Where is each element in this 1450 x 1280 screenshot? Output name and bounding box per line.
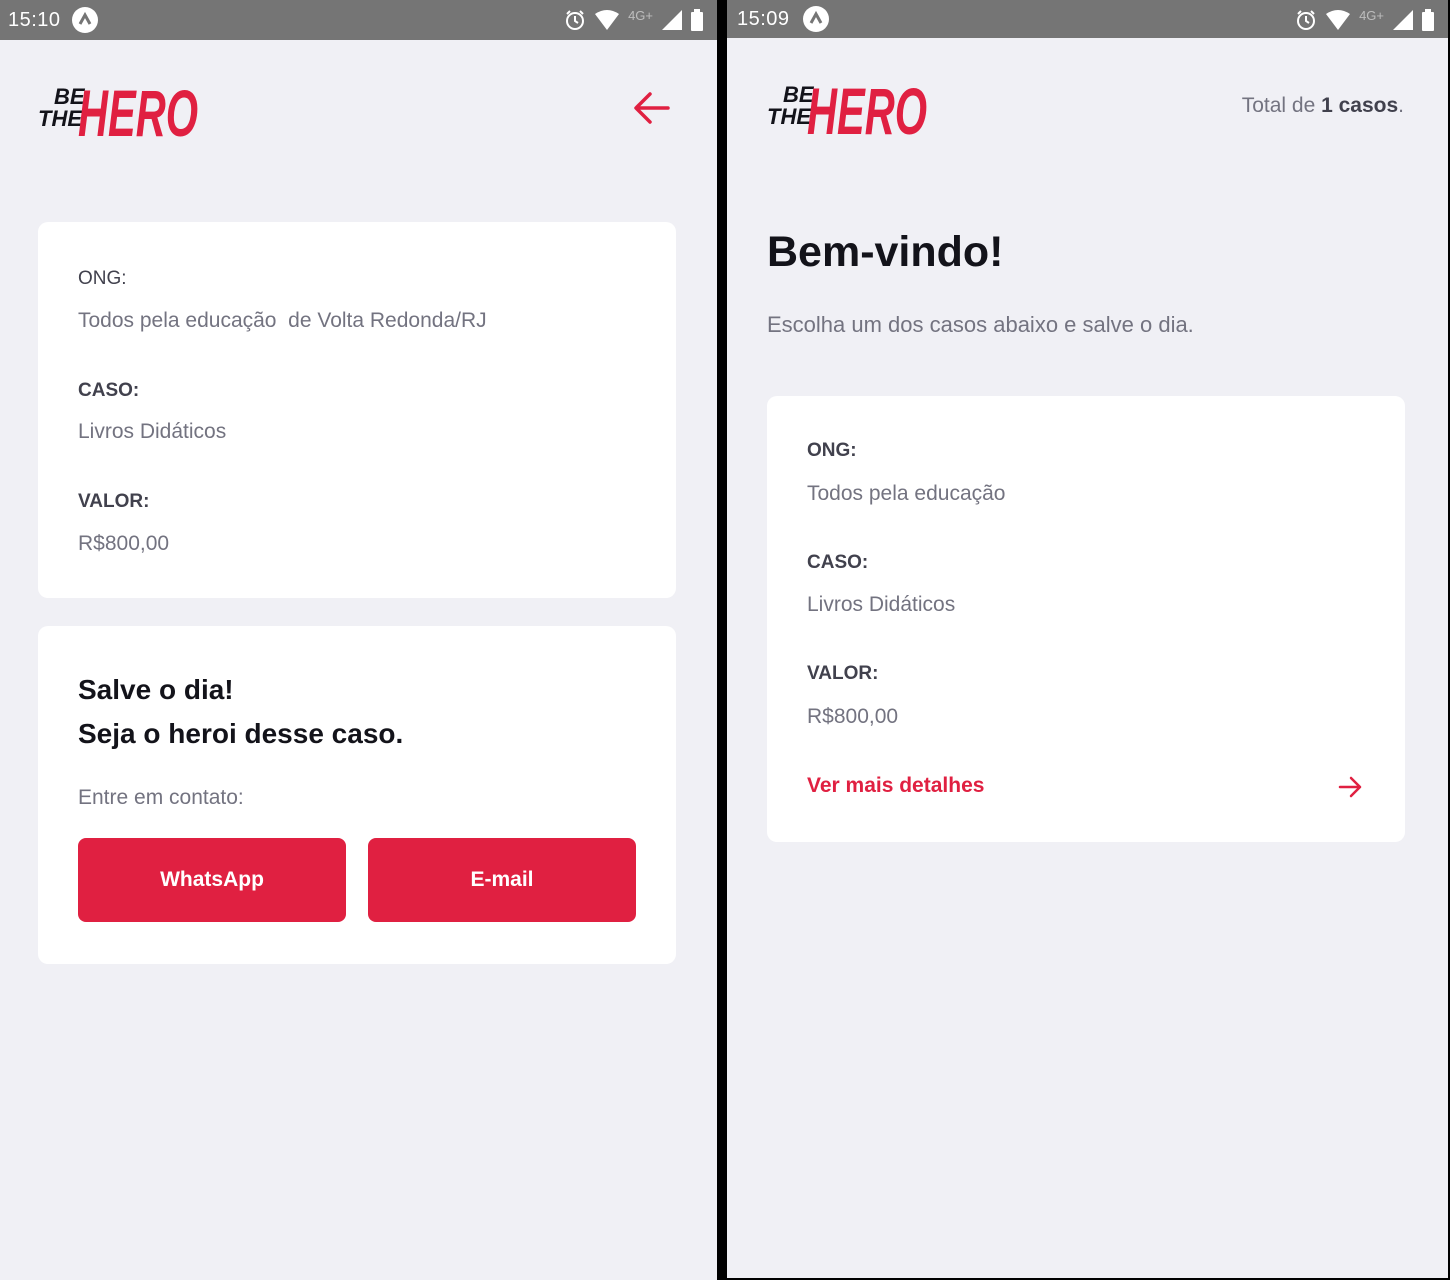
status-time: 15:10 [8, 9, 61, 31]
be-the-hero-logo: BE THE HERO [38, 76, 198, 144]
network-type: 4G+ [1359, 7, 1384, 23]
svg-text:HERO: HERO [807, 74, 927, 142]
network-type: 4G+ [628, 7, 653, 23]
case-card: ONG: Todos pela educação de Volta Redond… [38, 222, 676, 598]
status-icons: 4G+ [564, 7, 703, 33]
battery-icon [1422, 9, 1434, 31]
total-suffix: . [1398, 94, 1404, 117]
total-prefix: Total de [1241, 94, 1322, 117]
contact-title-line2: Seja o heroi desse caso. [78, 718, 404, 749]
case-label: CASO: [807, 552, 869, 573]
status-time: 15:09 [737, 8, 790, 30]
svg-text:THE: THE [38, 106, 83, 131]
details-link[interactable]: Ver mais detalhes [807, 774, 984, 798]
total-cases-label: Total de 1 casos. [1242, 94, 1404, 118]
value-label: VALOR: [78, 491, 150, 512]
page-title: Bem-vindo! [767, 228, 1004, 276]
detail-screen: 15:10 4G+ BE THE HERO ONG: Todos pela ed… [0, 0, 717, 1280]
signal-icon [1393, 10, 1413, 30]
total-count: 1 casos [1321, 94, 1399, 117]
status-icons: 4G+ [1295, 7, 1434, 33]
svg-text:THE: THE [767, 104, 812, 129]
battery-icon [691, 9, 703, 31]
ong-label: ONG: [78, 268, 127, 289]
ong-value: Todos pela educação [807, 482, 1006, 505]
email-button[interactable]: E-mail [368, 838, 636, 922]
svg-text:HERO: HERO [78, 76, 198, 144]
app-notification-icon [803, 6, 829, 32]
list-screen: 15:09 4G+ BE THE HERO Total de 1 casos. … [727, 0, 1448, 1278]
case-value: Livros Didáticos [78, 420, 227, 443]
value-label: VALOR: [807, 663, 879, 684]
wifi-icon [1326, 10, 1351, 30]
whatsapp-button[interactable]: WhatsApp [78, 838, 346, 922]
back-arrow-icon[interactable] [632, 88, 672, 128]
ong-value: Todos pela educação de Volta Redonda/RJ [78, 309, 487, 332]
ong-label: ONG: [807, 440, 857, 461]
status-bar: 15:09 4G+ [727, 0, 1448, 38]
case-value: Livros Didáticos [807, 593, 956, 616]
status-bar: 15:10 4G+ [0, 0, 717, 40]
value-amount: R$800,00 [807, 705, 899, 728]
contact-card: Salve o dia! Seja o heroi desse caso. En… [38, 626, 676, 964]
signal-icon [662, 10, 682, 30]
app-notification-icon [72, 7, 98, 33]
alarm-icon [566, 10, 585, 30]
alarm-icon [1297, 10, 1316, 30]
contact-title-line1: Salve o dia! [78, 674, 234, 705]
arrow-right-icon[interactable] [1337, 774, 1363, 800]
case-card: ONG: Todos pela educação CASO: Livros Di… [767, 396, 1405, 842]
page-subtitle: Escolha um dos casos abaixo e salve o di… [767, 312, 1194, 337]
be-the-hero-logo: BE THE HERO [767, 74, 927, 142]
wifi-icon [595, 10, 620, 30]
contact-prompt: Entre em contato: [78, 786, 244, 809]
case-label: CASO: [78, 380, 140, 401]
value-amount: R$800,00 [78, 532, 170, 555]
